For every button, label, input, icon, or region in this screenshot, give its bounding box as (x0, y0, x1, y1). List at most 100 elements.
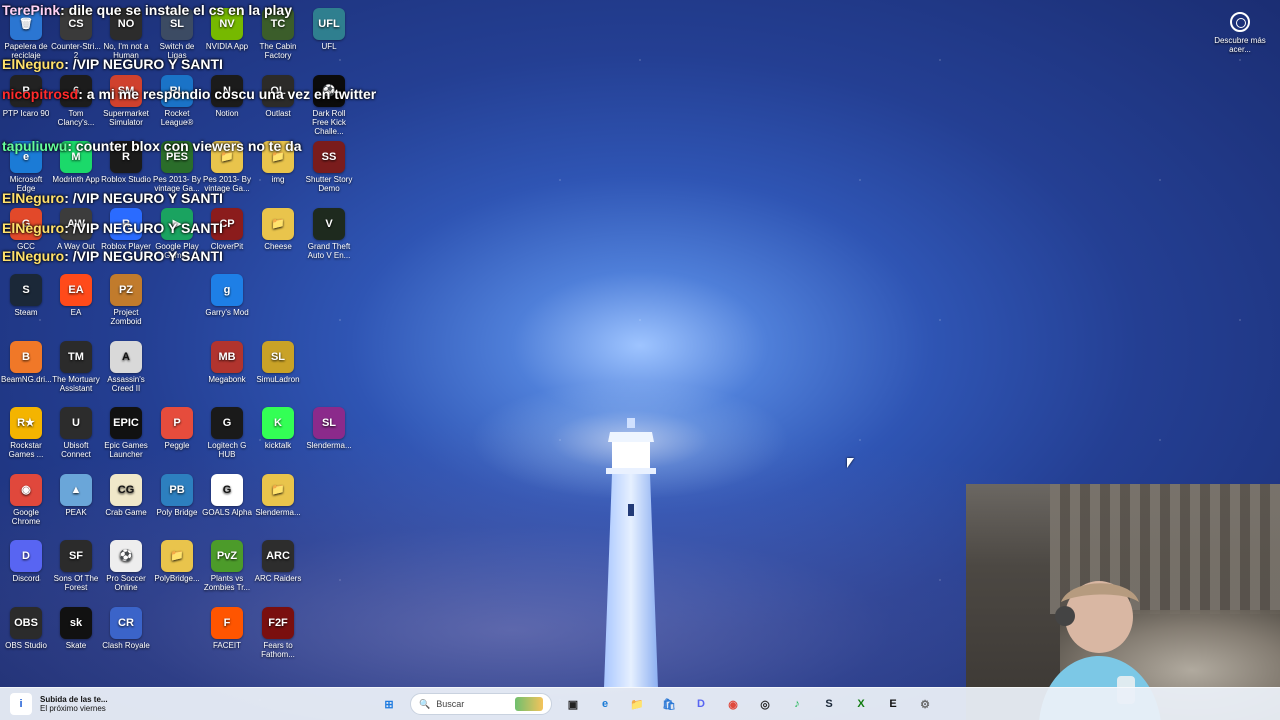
desktop-icon-label: Garry's Mod (205, 308, 249, 317)
garrys-mod-glyph-icon: g (211, 274, 243, 306)
desktop-icon-label: Slenderma... (306, 441, 352, 450)
poly-bridge-icon[interactable]: PB Poly Bridge (152, 474, 202, 517)
settings-taskbar-icon[interactable]: ⚙ (914, 693, 936, 715)
plants-vs-zombies-glyph-icon: PvZ (211, 540, 243, 572)
garrys-mod-icon[interactable]: g Garry's Mod (202, 274, 252, 317)
desktop-icon-label: Skate (65, 641, 87, 650)
discord-icon[interactable]: D Discord (1, 540, 51, 583)
logitech-g-hub-glyph-icon: G (211, 407, 243, 439)
spotify-taskbar-icon[interactable]: ♪ (786, 693, 808, 715)
news-icon: i (10, 693, 32, 715)
slenderman-icon-1[interactable]: SL Slenderma... (304, 407, 354, 450)
chat-text: : /VIP NEGURO Y SANTI (64, 220, 223, 236)
search-highlight-icon (515, 697, 543, 711)
peak-icon[interactable]: ▲ PEAK (51, 474, 101, 517)
desktop-icon-label: Logitech G HUB (207, 441, 247, 459)
microsoft-store-taskbar-icon[interactable]: 🛍 (658, 693, 680, 715)
steam-taskbar-icon[interactable]: S (818, 693, 840, 715)
rockstar-games-launcher-glyph-icon: R★ (10, 407, 42, 439)
desktop-icon-label: Steam (14, 308, 38, 317)
desktop-icon-label: PolyBridge... (154, 574, 200, 583)
desktop-icon-label: FACEIT (212, 641, 241, 650)
desktop-icon-label: ARC Raiders (254, 574, 302, 583)
epic-games-launcher-glyph-icon: EPIC (110, 407, 142, 439)
steam-icon[interactable]: S Steam (1, 274, 51, 317)
edge-taskbar-icon[interactable]: e (594, 693, 616, 715)
megabonk-glyph-icon: MB (211, 341, 243, 373)
peggle-glyph-icon: P (161, 407, 193, 439)
task-view-icon[interactable]: ▣ (562, 693, 584, 715)
arc-raiders-icon[interactable]: ARC ARC Raiders (253, 540, 303, 583)
assassins-creed-ii-icon[interactable]: A Assassin's Creed II (101, 341, 151, 393)
obs-taskbar-icon[interactable]: ◎ (754, 693, 776, 715)
ubisoft-connect-icon[interactable]: U Ubisoft Connect (51, 407, 101, 459)
kicktalk-icon[interactable]: Kkicktalk (253, 407, 303, 450)
ea-icon[interactable]: EA EA (51, 274, 101, 317)
epic-games-launcher-icon[interactable]: EPIC Epic Games Launcher (101, 407, 151, 459)
taskbar-weather-widget[interactable]: i Subida de las te... El próximo viernes (10, 692, 108, 716)
weather-subtitle: El próximo viernes (40, 704, 106, 713)
windows-start-button[interactable]: ⊞ (378, 693, 400, 715)
desktop-icon-label: Crab Game (105, 508, 147, 517)
beamng-drive-icon[interactable]: B BeamNG.dri... (1, 341, 52, 384)
project-zomboid-glyph-icon: PZ (110, 274, 142, 306)
chat-username: ElNeguro (2, 190, 65, 206)
discord-taskbar-icon[interactable]: D (690, 693, 712, 715)
mouse-cursor-icon (847, 458, 854, 468)
stream-chat-overlay: TerePink: dile que se instale el cs en l… (2, 0, 376, 270)
epic-taskbar-icon[interactable]: E (882, 693, 904, 715)
desktop-icon-label: BeamNG.dri... (1, 375, 52, 384)
assassins-creed-ii-glyph-icon: A (110, 341, 142, 373)
plants-vs-zombies-icon[interactable]: PvZ Plants vs Zombies Tr... (202, 540, 252, 592)
sons-of-the-forest-icon[interactable]: SF Sons Of The Forest (51, 540, 101, 592)
chrome-taskbar-icon[interactable]: ◉ (722, 693, 744, 715)
polybridge-folder-icon[interactable]: 📁 PolyBridge... (152, 540, 202, 583)
google-chrome-icon[interactable]: ◉ Google Chrome (1, 474, 51, 526)
simuladron-icon[interactable]: SL SimuLadron (253, 341, 303, 384)
logitech-g-hub-icon[interactable]: G Logitech G HUB (202, 407, 252, 459)
desktop-icon-label: Peggle (164, 441, 190, 450)
goals-alpha-icon[interactable]: G GOALS Alpha (202, 474, 252, 517)
slenderman-folder-glyph-icon: 📁 (262, 474, 294, 506)
chat-text: : /VIP NEGURO Y SANTI (64, 190, 223, 206)
crab-game-icon[interactable]: CG Crab Game (101, 474, 151, 517)
faceit-icon[interactable]: F FACEIT (202, 607, 252, 650)
desktop-icon-label: GOALS Alpha (202, 508, 252, 517)
discover-widget[interactable]: Descubre más acer... (1214, 8, 1266, 54)
desktop-icon-label: Fears to Fathom... (261, 641, 295, 659)
clash-royale-icon[interactable]: CR Clash Royale (101, 607, 151, 650)
weather-text: Subida de las te... El próximo viernes (40, 695, 108, 713)
simuladron-glyph-icon: SL (262, 341, 294, 373)
desktop-icon-label: Megabonk (208, 375, 246, 384)
pro-soccer-online-icon[interactable]: ⚽ Pro Soccer Online (101, 540, 151, 592)
file-explorer-taskbar-icon[interactable]: 📁 (626, 693, 648, 715)
obs-studio-glyph-icon: OBS (10, 607, 42, 639)
camera-lens-icon (1230, 12, 1250, 32)
desktop-icon-label: OBS Studio (5, 641, 47, 650)
skate-glyph-icon: sk (60, 607, 92, 639)
skate-icon[interactable]: sk Skate (51, 607, 101, 650)
fears-to-fathom-icon[interactable]: F2F Fears to Fathom... (253, 607, 303, 659)
google-chrome-glyph-icon: ◉ (10, 474, 42, 506)
xbox-taskbar-icon[interactable]: X (850, 693, 872, 715)
taskbar-apps: ⊞ 🔍 Buscar ▣ e 📁 🛍 D ◉ ◎ ♪ S X E ⚙ (378, 692, 936, 716)
megabonk-icon[interactable]: MB Megabonk (202, 341, 252, 384)
desktop-icon-label: Discord (12, 574, 40, 583)
desktop-icon-label: EA (70, 308, 82, 317)
project-zomboid-icon[interactable]: PZ Project Zomboid (101, 274, 151, 326)
taskbar-search-box[interactable]: 🔍 Buscar (410, 693, 552, 715)
chat-username: TerePink (2, 2, 61, 18)
slenderman-folder-icon[interactable]: 📁 Slenderma... (253, 474, 303, 517)
peggle-icon[interactable]: P Peggle (152, 407, 202, 450)
fears-to-fathom-glyph-icon: F2F (262, 607, 294, 639)
chat-text: : /VIP NEGURO Y SANTI (64, 56, 223, 72)
clash-royale-glyph-icon: CR (110, 607, 142, 639)
the-mortuary-assistant-icon[interactable]: TM The Mortuary Assistant (51, 341, 101, 393)
beamng-drive-glyph-icon: B (10, 341, 42, 373)
obs-studio-icon[interactable]: OBS OBS Studio (1, 607, 51, 650)
search-icon: 🔍 (419, 698, 431, 709)
rockstar-games-launcher-icon[interactable]: R★ Rockstar Games ... (1, 407, 51, 459)
chat-username: nicopitrosd (2, 86, 79, 102)
desktop-icon-label: Project Zomboid (110, 308, 142, 326)
goals-alpha-glyph-icon: G (211, 474, 243, 506)
